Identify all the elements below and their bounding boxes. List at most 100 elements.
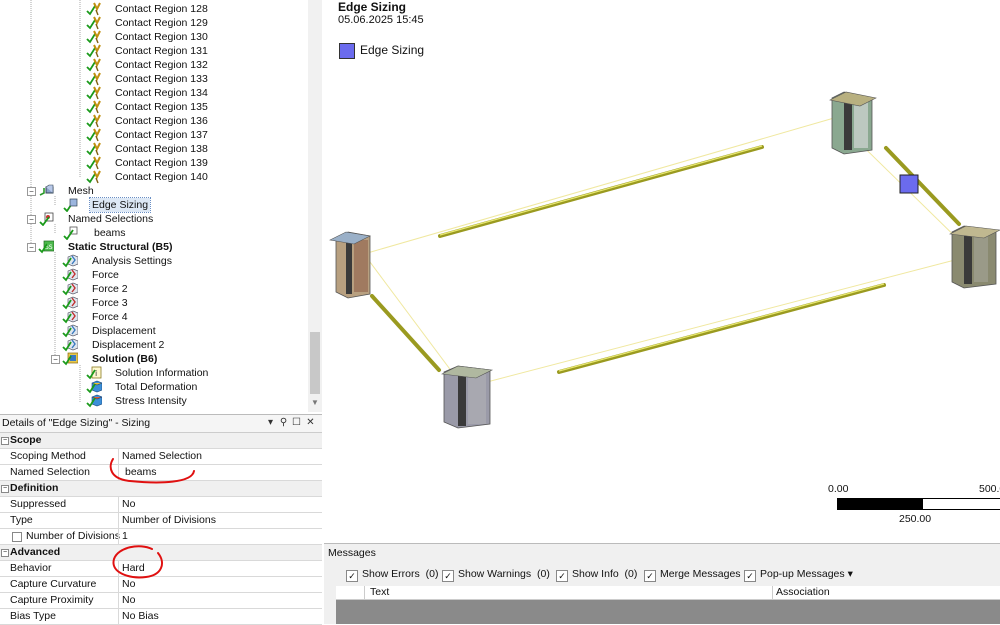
property-value[interactable]: No xyxy=(122,594,135,606)
tree-item-contact-region[interactable]: Contact Region 130 xyxy=(0,30,300,44)
pin-icon[interactable]: ⚲ xyxy=(278,417,289,429)
show-errors-option[interactable]: ✓ Show Errors (0) xyxy=(346,568,438,582)
project-tree[interactable]: Contact Region 128 Contact Region 129 Cont… xyxy=(0,0,322,412)
tree-label: beams xyxy=(94,227,126,239)
option-label: Show Info xyxy=(572,568,619,580)
edge-sizing-segments[interactable] xyxy=(370,145,961,374)
tree-item-stress-intensity[interactable]: Stress Intensity xyxy=(0,394,300,408)
scroll-down-icon[interactable]: ▼ xyxy=(308,398,322,410)
tree-item-named-selections[interactable]: − Named Selections xyxy=(0,212,300,226)
tree-item-displacement2[interactable]: Displacement 2 xyxy=(0,338,300,352)
collapse-icon[interactable]: − xyxy=(27,243,36,252)
merge-messages-option[interactable]: ✓ Merge Messages xyxy=(644,568,741,582)
tree-item-force4[interactable]: Force 4 xyxy=(0,310,300,324)
collapse-icon[interactable]: − xyxy=(51,355,60,364)
close-icon[interactable]: ✕ xyxy=(305,417,316,429)
contact-region-icon xyxy=(86,86,101,100)
tree-item-force2[interactable]: Force 2 xyxy=(0,282,300,296)
tree-item-contact-region[interactable]: Contact Region 128 xyxy=(0,2,300,16)
tree-label: Displacement 2 xyxy=(92,339,165,351)
tree-item-analysis-settings[interactable]: Analysis Settings xyxy=(0,254,300,268)
popup-messages-option[interactable]: ✓ Pop-up Messages ▾ xyxy=(744,568,853,582)
property-value[interactable]: No Bias xyxy=(122,610,159,622)
property-value[interactable]: Number of Divisions xyxy=(122,514,216,526)
scroll-thumb[interactable] xyxy=(310,332,320,394)
solution-information-icon: i xyxy=(86,366,102,380)
collapse-icon[interactable]: − xyxy=(27,187,36,196)
row-type[interactable]: Type Number of Divisions xyxy=(0,513,322,529)
collapse-icon[interactable]: − xyxy=(27,215,36,224)
property-label: Bias Type xyxy=(10,610,56,622)
property-value[interactable]: No xyxy=(122,498,135,510)
dropdown-icon[interactable]: ▾ xyxy=(265,417,276,429)
row-suppressed[interactable]: Suppressed No xyxy=(0,497,322,513)
tree-item-mesh[interactable]: − Mesh xyxy=(0,184,300,198)
scale-label-max: 500.0 xyxy=(979,483,1000,495)
checkbox-checked-icon[interactable]: ✓ xyxy=(556,570,568,582)
graphics-viewport[interactable]: Edge Sizing 05.06.2025 15:45 Edge Sizing xyxy=(324,0,1000,543)
show-warnings-option[interactable]: ✓ Show Warnings (0) xyxy=(442,568,550,582)
tree-item-contact-region[interactable]: Contact Region 133 xyxy=(0,72,300,86)
tree-scrollbar[interactable]: ▼ xyxy=(308,0,322,412)
checkbox-checked-icon[interactable]: ✓ xyxy=(644,570,656,582)
tree-item-total-deformation[interactable]: Total Deformation xyxy=(0,380,300,394)
tree-label: Contact Region 128 xyxy=(115,3,208,15)
tree-item-edge-sizing[interactable]: Edge Sizing xyxy=(0,197,300,213)
collapse-icon[interactable]: − xyxy=(1,485,9,493)
checkbox-checked-icon[interactable]: ✓ xyxy=(346,570,358,582)
tree-item-contact-region[interactable]: Contact Region 129 xyxy=(0,16,300,30)
tree-item-displacement[interactable]: Displacement xyxy=(0,324,300,338)
option-label: Show Errors xyxy=(362,568,420,580)
tree-label: Contact Region 131 xyxy=(115,45,208,57)
tree-item-force[interactable]: Force xyxy=(0,268,300,282)
solution-icon xyxy=(62,352,78,366)
tree-item-contact-region[interactable]: Contact Region 132 xyxy=(0,58,300,72)
messages-grid[interactable]: Text Association xyxy=(336,586,1000,624)
property-value[interactable]: 1 xyxy=(122,530,128,542)
tree-label: Mesh xyxy=(68,185,94,197)
category-scope[interactable]: − Scope xyxy=(0,433,322,449)
column-block-left xyxy=(329,231,371,299)
contact-region-icon xyxy=(86,30,101,44)
total-deformation-icon xyxy=(86,380,102,394)
tree-item-solution[interactable]: − Solution (B6) xyxy=(0,352,300,366)
force-icon xyxy=(62,282,78,296)
tree-item-contact-region[interactable]: Contact Region 136 xyxy=(0,114,300,128)
column-header-text[interactable]: Text xyxy=(370,586,389,599)
tree-item-force3[interactable]: Force 3 xyxy=(0,296,300,310)
contact-region-icon xyxy=(86,142,101,156)
model-geometry[interactable] xyxy=(324,0,1000,480)
contact-region-icon xyxy=(86,114,101,128)
tree-item-static-structural[interactable]: − SS Static Structural (B5) xyxy=(0,240,300,254)
tree-label: Static Structural (B5) xyxy=(68,241,173,253)
contact-region-icon xyxy=(86,170,101,184)
checkbox-checked-icon[interactable]: ✓ xyxy=(744,570,756,582)
tree-item-contact-region[interactable]: Contact Region 135 xyxy=(0,100,300,114)
tree-label: Force xyxy=(92,269,119,281)
tree-item-contact-region[interactable]: Contact Region 139 xyxy=(0,156,300,170)
maximize-icon[interactable]: ☐ xyxy=(291,417,302,429)
show-info-option[interactable]: ✓ Show Info (0) xyxy=(556,568,637,582)
tree-item-solution-information[interactable]: i Solution Information xyxy=(0,366,300,380)
tree-label: Solution Information xyxy=(115,367,209,379)
tree-item-contact-region[interactable]: Contact Region 134 xyxy=(0,86,300,100)
tree-item-beams[interactable]: beams xyxy=(0,226,300,240)
collapse-icon[interactable]: − xyxy=(1,549,9,557)
parameter-checkbox[interactable] xyxy=(12,532,22,542)
checkbox-checked-icon[interactable]: ✓ xyxy=(442,570,454,582)
column-header-association[interactable]: Association xyxy=(776,586,830,599)
beam-lines xyxy=(363,117,975,389)
option-count: (0) xyxy=(425,568,439,580)
force-icon xyxy=(62,296,78,310)
property-label: Number of Divisions xyxy=(26,530,120,542)
tree-item-contact-region[interactable]: Contact Region 131 xyxy=(0,44,300,58)
tree-label: Total Deformation xyxy=(115,381,198,393)
annotation-circle-beams xyxy=(109,458,195,484)
tree-item-contact-region[interactable]: Contact Region 138 xyxy=(0,142,300,156)
dropdown-icon[interactable]: ▾ xyxy=(848,568,853,580)
tree-item-contact-region[interactable]: Contact Region 140 xyxy=(0,170,300,184)
annotation-marker[interactable] xyxy=(899,174,919,194)
collapse-icon[interactable]: − xyxy=(1,437,9,445)
tree-item-contact-region[interactable]: Contact Region 137 xyxy=(0,128,300,142)
row-capture-proximity[interactable]: Capture Proximity No xyxy=(0,593,322,609)
